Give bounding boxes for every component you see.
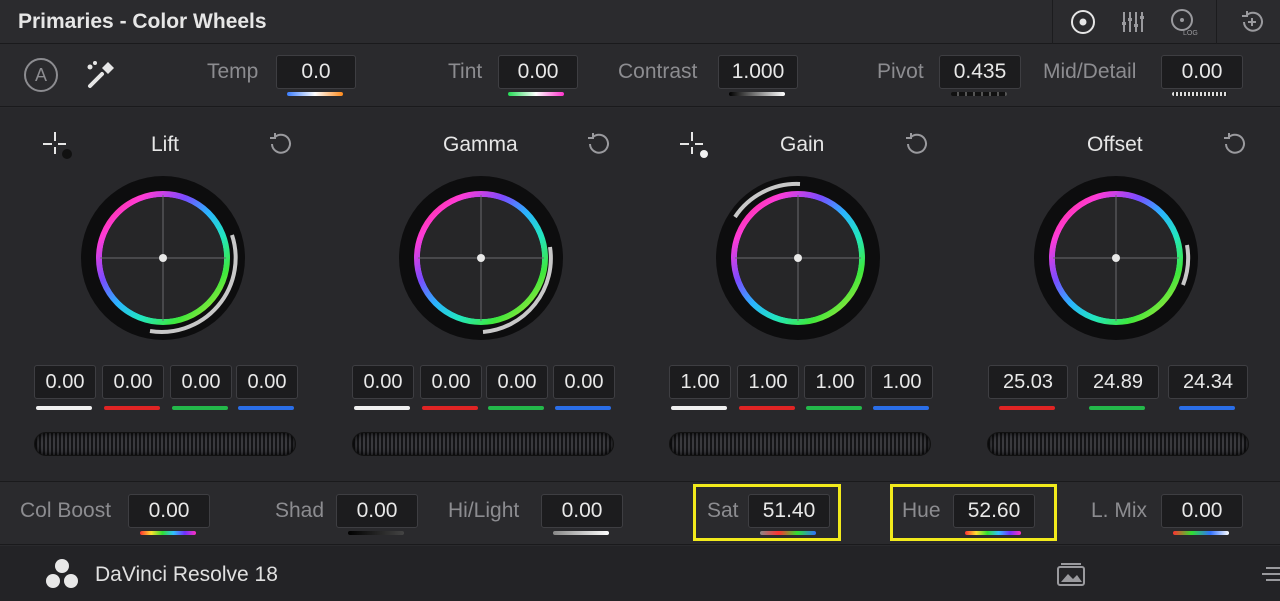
lift-red-input[interactable]: 0.00 (102, 365, 164, 399)
tint-gradient-bar (508, 92, 564, 96)
gamma-master-input[interactable]: 0.00 (352, 365, 414, 399)
sat-gradient-bar (760, 531, 816, 535)
pivot-gradient-bar (951, 92, 1007, 96)
lift-green-input[interactable]: 0.00 (170, 365, 232, 399)
offset-blue-input[interactable]: 24.34 (1168, 365, 1248, 399)
lift-blue-input[interactable]: 0.00 (236, 365, 298, 399)
hi-light-gradient-bar (553, 531, 609, 535)
col-boost-label: Col Boost (20, 499, 112, 522)
hue-input[interactable]: 52.60 (953, 494, 1035, 528)
picker-eyedropper-icon[interactable] (82, 58, 118, 92)
gamma-color-wheel[interactable] (398, 175, 564, 341)
media-pool-icon[interactable] (1054, 560, 1088, 588)
offset-red-bar (999, 406, 1055, 410)
col-boost-gradient-bar (140, 531, 196, 535)
gain-green-input[interactable]: 1.00 (804, 365, 866, 399)
gain-red-bar (739, 406, 795, 410)
hi-light-input[interactable]: 0.00 (541, 494, 623, 528)
gamma-master-bar (354, 406, 410, 410)
contrast-gradient-bar (729, 92, 785, 96)
sat-input[interactable]: 51.40 (748, 494, 830, 528)
panel-title: Primaries - Color Wheels (18, 10, 267, 33)
gain-title: Gain (780, 133, 825, 156)
offset-green-input[interactable]: 24.89 (1077, 365, 1159, 399)
offset-color-wheel[interactable] (1033, 175, 1199, 341)
adjustments-row: A Temp 0.0 Tint 0.00 Contrast 1.000 Pivo… (0, 45, 1280, 107)
menu-icon[interactable] (1258, 560, 1280, 588)
gain-color-wheel[interactable] (715, 175, 881, 341)
bottom-adjustments-row: Col Boost 0.00 Shad 0.00 Hi/Light 0.00 S… (0, 483, 1280, 545)
gain-reset-icon[interactable] (902, 130, 930, 158)
col-boost-input[interactable]: 0.00 (128, 494, 210, 528)
hue-gradient-bar (965, 531, 1021, 535)
app-footer: DaVinci Resolve 18 (0, 546, 1280, 601)
bars-icon[interactable] (1118, 7, 1148, 37)
gamma-blue-bar (555, 406, 611, 410)
lift-reset-icon[interactable] (266, 130, 294, 158)
lift-color-wheel[interactable] (80, 175, 246, 341)
mid-detail-label: Mid/Detail (1043, 60, 1137, 83)
contrast-input[interactable]: 1.000 (718, 55, 798, 89)
gamma-green-input[interactable]: 0.00 (486, 365, 548, 399)
pivot-label: Pivot (877, 60, 924, 83)
hi-light-label: Hi/Light (448, 499, 520, 522)
gain-red-input[interactable]: 1.00 (737, 365, 799, 399)
lift-red-bar (104, 406, 160, 410)
offset-blue-bar (1179, 406, 1235, 410)
tint-input[interactable]: 0.00 (498, 55, 578, 89)
gain-master-bar (671, 406, 727, 410)
shad-label: Shad (275, 499, 325, 522)
log-icon[interactable]: LOG (1168, 7, 1198, 37)
gamma-master-wheel-jog[interactable] (352, 432, 614, 456)
lift-master-wheel-jog[interactable] (34, 432, 296, 456)
tint-label: Tint (448, 60, 483, 83)
mid-detail-input[interactable]: 0.00 (1161, 55, 1243, 89)
l-mix-label: L. Mix (1091, 499, 1148, 522)
sat-label: Sat (707, 499, 739, 522)
lift-picker-icon[interactable] (40, 130, 76, 162)
offset-green-bar (1089, 406, 1145, 410)
temp-input[interactable]: 0.0 (276, 55, 356, 89)
color-wheels-icon[interactable] (1068, 7, 1098, 37)
gamma-reset-icon[interactable] (584, 130, 612, 158)
gain-green-bar (806, 406, 862, 410)
lift-master-input[interactable]: 0.00 (34, 365, 96, 399)
app-name: DaVinci Resolve 18 (95, 563, 278, 586)
l-mix-input[interactable]: 0.00 (1161, 494, 1243, 528)
contrast-label: Contrast (618, 60, 698, 83)
gain-blue-bar (873, 406, 929, 410)
gain-blue-input[interactable]: 1.00 (871, 365, 933, 399)
gamma-blue-input[interactable]: 0.00 (553, 365, 615, 399)
mid-detail-gradient-bar (1172, 92, 1228, 96)
pivot-input[interactable]: 0.435 (939, 55, 1021, 89)
gamma-red-bar (422, 406, 478, 410)
davinci-resolve-logo-icon (44, 558, 80, 590)
l-mix-gradient-bar (1173, 531, 1229, 535)
gain-master-wheel-jog[interactable] (669, 432, 931, 456)
lift-title: Lift (151, 133, 180, 156)
color-wheels-panel: Lift 0.00 0.00 0.00 0.00 Gamma 0.00 0.00… (0, 108, 1280, 482)
offset-title: Offset (1087, 133, 1143, 156)
lift-green-bar (172, 406, 228, 410)
panel-header: Primaries - Color Wheels LOG (0, 0, 1280, 44)
auto-balance-button[interactable]: A (24, 58, 58, 92)
gain-master-input[interactable]: 1.00 (669, 365, 731, 399)
shad-gradient-bar (348, 531, 404, 535)
lift-blue-bar (238, 406, 294, 410)
temp-gradient-bar (287, 92, 343, 96)
header-separator (1216, 0, 1217, 44)
gamma-title: Gamma (443, 133, 518, 156)
log-label: LOG (1183, 30, 1198, 37)
offset-master-wheel-jog[interactable] (987, 432, 1249, 456)
gamma-green-bar (488, 406, 544, 410)
temp-label: Temp (207, 60, 259, 83)
offset-reset-icon[interactable] (1220, 130, 1248, 158)
gamma-red-input[interactable]: 0.00 (420, 365, 482, 399)
lift-master-bar (36, 406, 92, 410)
gain-picker-icon[interactable] (677, 130, 713, 162)
shad-input[interactable]: 0.00 (336, 494, 418, 528)
reset-all-icon[interactable] (1237, 7, 1267, 37)
hue-label: Hue (902, 499, 941, 522)
offset-red-input[interactable]: 25.03 (988, 365, 1068, 399)
